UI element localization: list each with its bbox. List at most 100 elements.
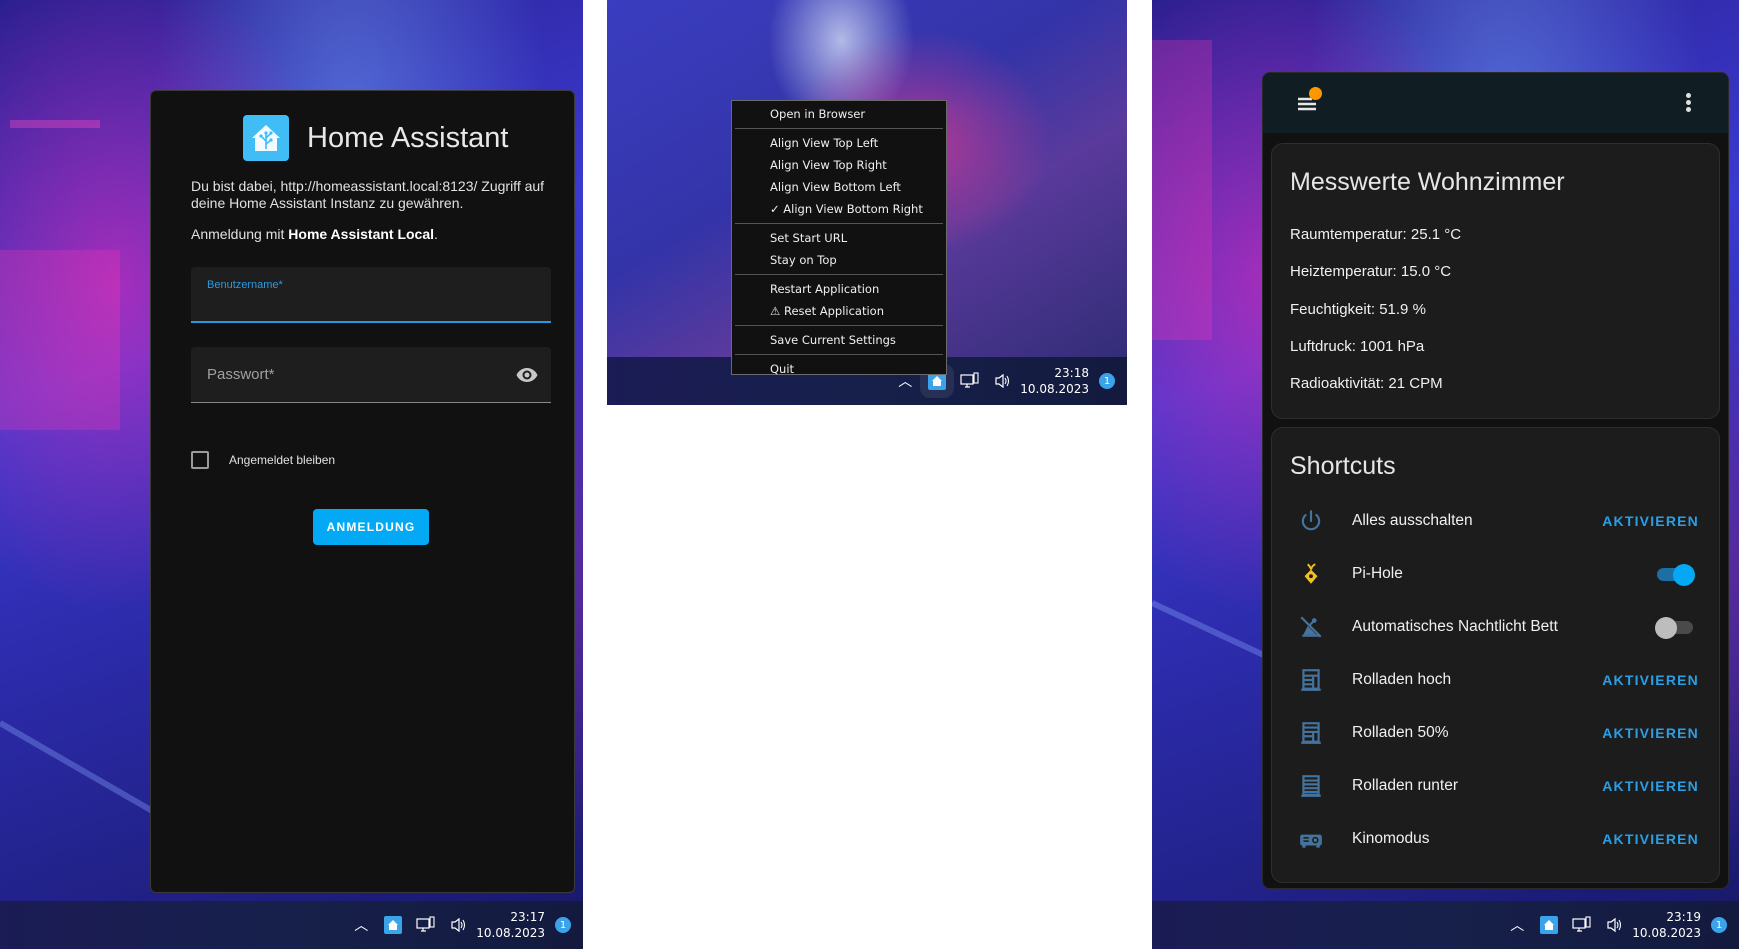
nachtlicht-toggle[interactable]: [1655, 617, 1695, 639]
sensor-reading[interactable]: Raumtemperatur: 25.1 °C: [1290, 226, 1461, 243]
clock-date: 10.08.2023: [1632, 926, 1701, 940]
menu-item-stay-on-top[interactable]: Stay on Top: [735, 249, 943, 271]
tray-context-menu: Open in Browser Align View Top Left Align …: [731, 100, 947, 376]
menu-item-quit[interactable]: Quit: [735, 358, 943, 380]
provider-prefix: Anmeldung mit: [191, 226, 289, 242]
dashboard-screenshot: Messwerte Wohnzimmer Raumtemperatur: 25.…: [1152, 0, 1739, 949]
provider-suffix: .: [434, 226, 438, 242]
provider-name: Home Assistant Local: [288, 226, 435, 242]
menu-separator: [735, 128, 943, 129]
remember-checkbox[interactable]: [191, 451, 209, 469]
projector-icon: [1300, 834, 1322, 848]
activate-button[interactable]: AKTIVIEREN: [1602, 672, 1699, 688]
shortcut-label[interactable]: Kinomodus: [1352, 830, 1430, 848]
shortcut-label[interactable]: Alles ausschalten: [1352, 512, 1473, 530]
shortcut-label[interactable]: Automatisches Nachtlicht Bett: [1352, 618, 1558, 636]
network-icon[interactable]: [416, 916, 436, 934]
power-icon: [1301, 510, 1321, 531]
password-input[interactable]: [207, 374, 503, 396]
sensor-reading[interactable]: Radioaktivität: 21 CPM: [1290, 375, 1443, 392]
shortcut-row-pi-hole: Pi-Hole: [1272, 554, 1719, 594]
login-button[interactable]: ANMELDUNG: [313, 509, 429, 545]
activate-button[interactable]: AKTIVIEREN: [1602, 513, 1699, 529]
taskbar-clock[interactable]: 23:17 10.08.2023: [476, 909, 545, 941]
menu-item-save-current-settings[interactable]: Save Current Settings: [735, 329, 943, 351]
activate-button[interactable]: AKTIVIEREN: [1602, 725, 1699, 741]
shortcut-row-nachtlicht: Automatisches Nachtlicht Bett: [1272, 607, 1719, 647]
taskbar-clock[interactable]: 23:19 10.08.2023: [1632, 909, 1701, 941]
shortcut-label[interactable]: Rolladen runter: [1352, 777, 1458, 795]
home-assistant-tray-icon[interactable]: [1540, 916, 1559, 934]
menu-item-align-view-top-right[interactable]: Align View Top Right: [735, 154, 943, 176]
system-tray: ︿: [352, 915, 468, 935]
menu-item-align-view-top-left[interactable]: Align View Top Left: [735, 132, 943, 154]
volume-icon[interactable]: [994, 373, 1012, 389]
pihole-icon: [1304, 563, 1318, 584]
shortcut-row-rolladen-runter: Rolladen runter AKTIVIEREN: [1272, 766, 1719, 806]
taskbar: ︿ 23:19 10.08.2023 1: [1152, 901, 1739, 949]
tray-menu-screenshot: ︿ 23:18 10.08.2023 1 Open in Browser Alig…: [607, 0, 1127, 405]
notification-badge[interactable]: 1: [1711, 917, 1727, 933]
sensor-reading[interactable]: Luftdruck: 1001 hPa: [1290, 338, 1424, 355]
shortcut-label[interactable]: Rolladen 50%: [1352, 724, 1449, 742]
notification-badge[interactable]: 1: [555, 917, 571, 933]
menu-item-reset-application[interactable]: ⚠ Reset Application: [735, 300, 943, 322]
shortcut-label[interactable]: Pi-Hole: [1352, 565, 1403, 583]
login-intro-text: Du bist dabei, http://homeassistant.loca…: [191, 178, 545, 211]
show-password-eye-icon[interactable]: [515, 363, 539, 387]
window-shutter-icon: [1301, 775, 1321, 797]
activate-button[interactable]: AKTIVIEREN: [1602, 831, 1699, 847]
menu-item-set-start-url[interactable]: Set Start URL: [735, 227, 943, 249]
shortcut-row-alles-ausschalten: Alles ausschalten AKTIVIEREN: [1272, 501, 1719, 541]
login-screenshot: Home Assistant Du bist dabei, http://hom…: [0, 0, 583, 949]
sensor-reading[interactable]: Feuchtigkeit: 51.9 %: [1290, 301, 1426, 318]
shortcut-label[interactable]: Rolladen hoch: [1352, 671, 1451, 689]
login-window: Home Assistant Du bist dabei, http://hom…: [150, 90, 575, 893]
card-title: Messwerte Wohnzimmer: [1290, 168, 1565, 196]
clock-time: 23:18: [1054, 366, 1089, 380]
notification-dot: [1309, 87, 1322, 100]
clock-date: 10.08.2023: [1020, 382, 1089, 396]
notification-badge[interactable]: 1: [1099, 373, 1115, 389]
card-title: Shortcuts: [1290, 452, 1396, 480]
volume-icon[interactable]: [450, 917, 468, 933]
menu-separator: [735, 325, 943, 326]
home-assistant-tray-icon[interactable]: [384, 916, 403, 934]
menu-item-restart-application[interactable]: Restart Application: [735, 278, 943, 300]
remember-me[interactable]: Angemeldet bleiben: [191, 451, 335, 469]
pihole-toggle[interactable]: [1655, 564, 1695, 586]
login-header: Home Assistant: [243, 115, 508, 161]
window-shutter-icon: [1301, 722, 1321, 744]
menu-item-align-view-bottom-left[interactable]: Align View Bottom Left: [735, 176, 943, 198]
remember-label: Angemeldet bleiben: [229, 453, 336, 467]
dashboard-header: [1263, 73, 1728, 133]
menu-separator: [735, 354, 943, 355]
show-hidden-icons-chevron-icon[interactable]: ︿: [1508, 915, 1526, 935]
home-assistant-logo-icon: [243, 115, 289, 161]
sensor-reading[interactable]: Heiztemperatur: 15.0 °C: [1290, 263, 1451, 280]
menu-item-open-in-browser[interactable]: Open in Browser: [735, 103, 943, 125]
shortcut-row-rolladen-hoch: Rolladen hoch AKTIVIEREN: [1272, 660, 1719, 700]
menu-item-align-view-bottom-right[interactable]: ✓ Align View Bottom Right: [735, 198, 943, 220]
menu-separator: [735, 223, 943, 224]
dashboard-window: Messwerte Wohnzimmer Raumtemperatur: 25.…: [1262, 72, 1729, 889]
system-tray: ︿: [1508, 915, 1624, 935]
shortcut-row-kinomodus: Kinomodus AKTIVIEREN: [1272, 819, 1719, 859]
password-field[interactable]: Passwort*: [191, 347, 551, 403]
username-input[interactable]: [207, 293, 503, 315]
show-hidden-icons-chevron-icon[interactable]: ︿: [352, 915, 370, 935]
window-shutter-icon: [1301, 669, 1321, 691]
shortcut-row-rolladen-50: Rolladen 50% AKTIVIEREN: [1272, 713, 1719, 753]
network-icon[interactable]: [1572, 916, 1592, 934]
volume-icon[interactable]: [1606, 917, 1624, 933]
sensors-card: Messwerte Wohnzimmer Raumtemperatur: 25.…: [1271, 143, 1720, 419]
more-options-icon[interactable]: [1686, 93, 1692, 115]
taskbar-clock[interactable]: 23:18 10.08.2023: [1020, 365, 1089, 397]
network-icon[interactable]: [960, 372, 980, 390]
clock-time: 23:17: [510, 910, 545, 924]
clock-date: 10.08.2023: [476, 926, 545, 940]
activate-button[interactable]: AKTIVIEREN: [1602, 778, 1699, 794]
app-title: Home Assistant: [307, 121, 509, 154]
username-field[interactable]: Benutzername*: [191, 267, 551, 323]
robot-off-icon: [1300, 616, 1322, 638]
